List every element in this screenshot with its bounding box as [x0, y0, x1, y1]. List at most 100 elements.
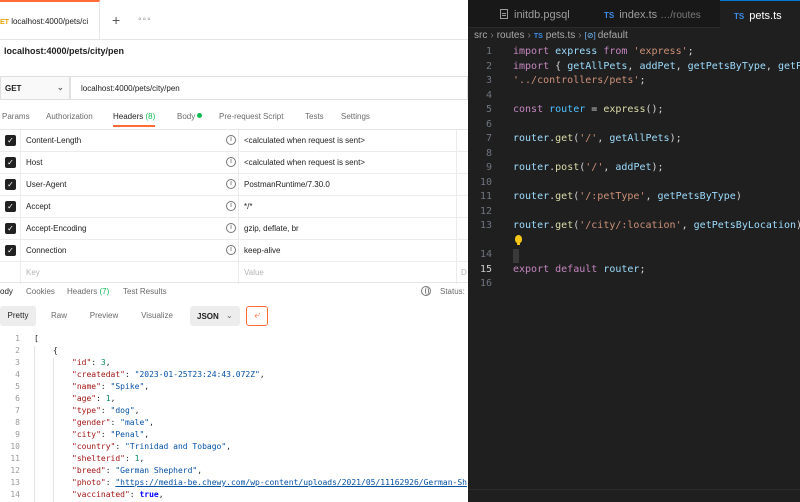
url-input[interactable]: localhost:4000/pets/city/pen	[70, 76, 468, 100]
globe-icon[interactable]	[421, 286, 431, 296]
code-line: 10	[468, 177, 800, 191]
tab-cookies[interactable]: Cookies	[26, 287, 55, 296]
method-select[interactable]: GET ⌄	[0, 76, 70, 100]
indent-guide	[53, 430, 54, 442]
new-header-description-input[interactable]: D	[461, 268, 467, 277]
line-number: 1	[485, 46, 492, 57]
response-line: 8 "gender": "male",	[0, 418, 468, 430]
code-line-text: '../controllers/pets';	[513, 75, 646, 86]
info-icon[interactable]: i	[226, 179, 236, 189]
more-icon[interactable]: ◦◦◦	[138, 14, 152, 25]
format-select[interactable]: JSON ⌄	[190, 306, 240, 326]
request-tab[interactable]: ET localhost:4000/pets/ci	[0, 0, 100, 40]
line-number: 14	[479, 249, 492, 260]
response-line: 4 "createdat": "2023-01-25T23:24:43.072Z"…	[0, 370, 468, 382]
response-body[interactable]: 1[2{3 "id": 3, 4 "createdat": "2023-01-25T2…	[0, 334, 468, 502]
view-preview-button[interactable]: Preview	[84, 306, 124, 326]
code-line-text: const router = express();	[513, 104, 664, 115]
checkbox[interactable]: ✓	[5, 179, 16, 190]
editor-tab-pets[interactable]: TS pets.ts	[720, 0, 800, 28]
line-number: 7	[15, 406, 20, 415]
line-number: 3	[485, 75, 492, 86]
code-line-text: router.get('/city/:location', getPetsByL…	[513, 220, 800, 231]
header-value: */*	[244, 202, 253, 211]
breadcrumb-file[interactable]: pets.ts	[546, 30, 575, 41]
view-pretty-button[interactable]: Pretty	[0, 306, 36, 326]
editor-tab-index[interactable]: TS index.ts …/routes	[588, 0, 720, 28]
checkbox[interactable]: ✓	[5, 223, 16, 234]
tab-prerequest-script[interactable]: Pre-request Script	[219, 112, 283, 121]
breadcrumb-folder[interactable]: src	[474, 30, 487, 41]
chevron-right-icon: ›	[578, 30, 582, 41]
view-raw-button[interactable]: Raw	[44, 306, 74, 326]
request-tab-bar: ET localhost:4000/pets/ci + ◦◦◦	[0, 0, 468, 40]
new-header-value-input[interactable]: Value	[244, 268, 264, 277]
editor-tab-path: …/routes	[660, 10, 701, 21]
header-row: ✓ Accept i */*	[0, 196, 468, 218]
postman-panel: ET localhost:4000/pets/ci + ◦◦◦ localhos…	[0, 0, 468, 502]
request-tab-url: localhost:4000/pets/ci	[11, 17, 89, 26]
wrap-lines-icon[interactable]: ⤶	[246, 306, 268, 326]
response-line-text: "photo": "https://media-be.chewy.com/wp-…	[72, 478, 467, 487]
chevron-down-icon: ⌄	[226, 311, 233, 320]
lightbulb-icon[interactable]	[515, 234, 522, 245]
response-line: 11 "shelterid": 1,	[0, 454, 468, 466]
info-icon[interactable]: i	[226, 223, 236, 233]
code-line: 4	[468, 90, 800, 104]
indent-guide	[34, 406, 35, 418]
breadcrumb-folder[interactable]: routes	[497, 30, 525, 41]
tab-test-results[interactable]: Test Results	[123, 287, 167, 296]
indent-guide	[53, 406, 54, 418]
tab-headers-label: Headers	[113, 112, 144, 121]
code-line-text: import { getAllPets, addPet, getPetsByTy…	[513, 60, 800, 72]
header-key: Content-Length	[26, 136, 82, 145]
line-number: 8	[485, 147, 492, 159]
view-visualize-button[interactable]: Visualize	[136, 306, 178, 326]
response-line: 14 "vaccinated": true,	[0, 490, 468, 502]
breadcrumb-symbol[interactable]: default	[598, 30, 628, 41]
checkbox[interactable]: ✓	[5, 201, 16, 212]
line-number: 2	[485, 60, 492, 72]
code-line: 2 import { getAllPets, addPet, getPetsByT…	[468, 61, 800, 75]
header-row: ✓ Connection i keep-alive	[0, 240, 468, 262]
request-tabs: Params Authorization Headers (8) Body Pr…	[0, 108, 468, 130]
indent-guide	[34, 442, 35, 454]
indent-guide	[34, 382, 35, 394]
info-icon[interactable]: i	[226, 157, 236, 167]
method-label: GET	[5, 84, 22, 93]
code-line	[468, 234, 800, 249]
checkbox[interactable]: ✓	[5, 245, 16, 256]
tab-headers[interactable]: Headers (8)	[113, 112, 156, 127]
tab-response-body[interactable]: ody	[0, 287, 13, 296]
plus-icon[interactable]: +	[112, 12, 120, 28]
response-line-text: [	[34, 334, 39, 343]
tab-settings[interactable]: Settings	[341, 112, 370, 121]
code-line: 5 const router = express();	[468, 104, 800, 118]
info-icon[interactable]: i	[226, 245, 236, 255]
editor-tab-initdb[interactable]: initdb.pgsql	[468, 0, 588, 28]
tab-body-label: Body	[177, 112, 196, 121]
tab-tests[interactable]: Tests	[305, 112, 324, 121]
response-line-text: "shelterid": 1,	[72, 454, 145, 463]
checkbox[interactable]: ✓	[5, 157, 16, 168]
response-line: 10 "country": "Trinidad and Tobago",	[0, 442, 468, 454]
response-line-text: "country": "Trinidad and Tobago",	[72, 442, 231, 451]
editor-tab-bar: initdb.pgsql TS index.ts …/routes TS pets.…	[468, 0, 800, 28]
new-header-key-input[interactable]: Key	[26, 268, 40, 277]
indent-guide	[34, 478, 35, 490]
response-line-text: "name": "Spike",	[72, 382, 150, 391]
checkbox[interactable]: ✓	[5, 135, 16, 146]
line-number: 2	[15, 346, 20, 355]
chevron-right-icon: ›	[490, 30, 494, 41]
indent-guide	[34, 490, 35, 502]
tab-params[interactable]: Params	[2, 112, 30, 121]
line-number: 15	[479, 263, 492, 275]
info-icon[interactable]: i	[226, 201, 236, 211]
tab-response-headers[interactable]: Headers (7)	[67, 287, 109, 296]
response-line: 12 "breed": "German Shepherd",	[0, 466, 468, 478]
indent-guide	[53, 394, 54, 406]
tab-authorization[interactable]: Authorization	[46, 112, 93, 121]
code-line-text: router.get('/:petType', getPetsByType)	[513, 191, 742, 202]
info-icon[interactable]: i	[226, 135, 236, 145]
tab-body[interactable]: Body	[177, 112, 203, 121]
